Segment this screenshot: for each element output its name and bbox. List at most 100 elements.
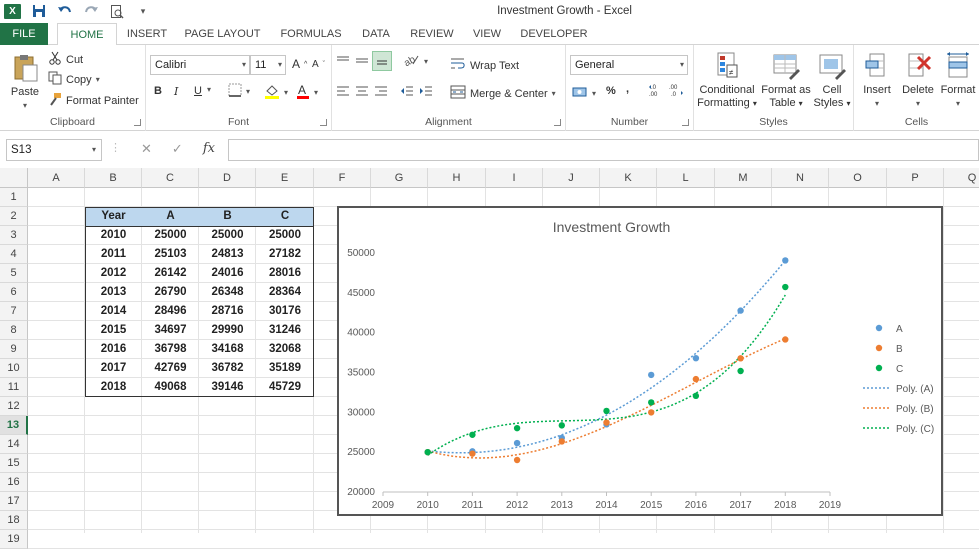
column-header-i[interactable]: I [486,168,543,188]
comma-style-button[interactable]: , [626,83,629,95]
row-header-13[interactable]: 13 [0,416,28,435]
insert-cells-button[interactable]: Insert ▾ [858,51,896,110]
font-launcher-icon[interactable] [320,119,327,126]
row-header-12[interactable]: 12 [0,397,28,416]
column-header-j[interactable]: J [543,168,600,188]
column-header-b[interactable]: B [85,168,142,188]
format-painter-button[interactable]: Format Painter [48,92,139,109]
underline-dropdown-icon[interactable]: ▾ [207,85,211,94]
italic-button[interactable]: I [174,85,178,98]
font-color-button[interactable]: A ▾ [296,83,318,102]
insert-function-icon[interactable]: fx [203,141,215,157]
column-header-a[interactable]: A [28,168,85,188]
row-header-9[interactable]: 9 [0,340,28,359]
format-cells-button[interactable]: Format ▾ [938,51,978,110]
decrease-decimal-button[interactable]: .00.0 [668,83,684,100]
row-header-3[interactable]: 3 [0,226,28,245]
tab-review[interactable]: REVIEW [406,23,458,45]
column-header-c[interactable]: C [142,168,199,188]
font-size-select[interactable]: 11 ▾ [250,55,286,75]
tab-insert[interactable]: INSERT [122,23,172,45]
delete-cells-button[interactable]: Delete ▾ [898,51,938,110]
column-header-m[interactable]: M [715,168,772,188]
fill-color-button[interactable]: ▾ [264,83,288,102]
row-header-17[interactable]: 17 [0,492,28,511]
increase-decimal-button[interactable]: .0.00 [648,83,664,100]
column-header-g[interactable]: G [371,168,428,188]
wrap-text-button[interactable]: Wrap Text [450,57,519,74]
investment-growth-chart[interactable]: Investment Growth 2009 2010 2011 2012 2013 201… [337,206,943,516]
column-header-h[interactable]: H [428,168,486,188]
data-point-c [692,392,700,400]
row-header-11[interactable]: 11 [0,378,28,397]
data-point-a [692,354,700,362]
align-right-button[interactable] [374,85,388,100]
column-header-e[interactable]: E [256,168,314,188]
row-header-16[interactable]: 16 [0,473,28,492]
row-header-18[interactable]: 18 [0,511,28,530]
tab-page-layout[interactable]: PAGE LAYOUT [180,23,265,45]
bottom-align-button[interactable] [372,51,392,71]
copy-button[interactable]: Copy ▾ [48,71,100,88]
align-left-button[interactable] [336,85,350,100]
align-center-button[interactable] [355,85,369,100]
delete-cells-icon [903,51,933,81]
top-align-button[interactable] [336,55,350,70]
middle-align-button[interactable] [355,55,369,70]
merge-center-button[interactable]: Merge & Center ▾ [450,85,556,102]
enter-icon[interactable]: ✓ [172,141,183,157]
increase-indent-button[interactable] [419,85,433,100]
column-header-n[interactable]: N [772,168,829,188]
row-header-1[interactable]: 1 [0,188,28,207]
row-header-7[interactable]: 7 [0,302,28,321]
bold-button[interactable]: B [154,85,162,97]
formula-input[interactable] [228,139,979,161]
column-header-l[interactable]: L [657,168,715,188]
decrease-font-size-button[interactable]: Aˇ [312,59,325,70]
column-header-p[interactable]: P [887,168,944,188]
orientation-button[interactable]: ab ▾ [402,53,428,70]
align-center-icon [355,85,369,100]
row-header-6[interactable]: 6 [0,283,28,302]
column-header-k[interactable]: K [600,168,657,188]
chart-canvas: Investment Growth 2009 2010 2011 2012 2013 201… [347,219,934,511]
row-header-2[interactable]: 2 [0,207,28,226]
row-header-10[interactable]: 10 [0,359,28,378]
cut-button[interactable]: Cut [48,51,83,68]
cancel-icon[interactable]: ✕ [141,141,152,157]
row-header-14[interactable]: 14 [0,435,28,454]
row-header-5[interactable]: 5 [0,264,28,283]
name-box-dropdown-icon[interactable]: ▾ [92,140,96,160]
column-header-o[interactable]: O [829,168,887,188]
conditional-formatting-button[interactable]: ≠ Conditional Formatting ▾ [696,51,758,110]
number-launcher-icon[interactable] [682,119,689,126]
cell-styles-button[interactable]: Cell Styles ▾ [812,51,852,110]
paste-button[interactable]: Paste ▾ [6,53,44,112]
row-header-4[interactable]: 4 [0,245,28,264]
name-box[interactable]: S13 ▾ [6,139,102,161]
ribbon: Paste ▾ Cut Copy ▾ Format Painter Clipbo… [0,45,979,131]
tab-home[interactable]: HOME [57,23,117,46]
font-name-select[interactable]: Calibri ▾ [150,55,250,75]
column-header-d[interactable]: D [199,168,256,188]
underline-button[interactable]: U [194,85,202,97]
alignment-launcher-icon[interactable] [554,119,561,126]
format-as-table-button[interactable]: Format as Table ▾ [760,51,812,110]
tab-view[interactable]: VIEW [467,23,507,45]
column-header-q[interactable]: Q [944,168,979,188]
tab-file[interactable]: FILE [0,23,48,45]
borders-button[interactable]: ▾ [228,83,250,100]
accounting-format-button[interactable]: ▾ [572,85,596,102]
increase-font-size-button[interactable]: A ^ [292,57,307,71]
row-header-8[interactable]: 8 [0,321,28,340]
column-header-f[interactable]: F [314,168,371,188]
tab-formulas[interactable]: FORMULAS [275,23,347,45]
row-header-15[interactable]: 15 [0,454,28,473]
clipboard-launcher-icon[interactable] [134,119,141,126]
percent-style-button[interactable]: % [606,85,616,97]
number-format-select[interactable]: General ▾ [570,55,688,75]
select-all-corner[interactable] [0,168,28,188]
decrease-indent-button[interactable] [400,85,414,100]
tab-developer[interactable]: DEVELOPER [517,23,591,45]
tab-data[interactable]: DATA [355,23,397,45]
